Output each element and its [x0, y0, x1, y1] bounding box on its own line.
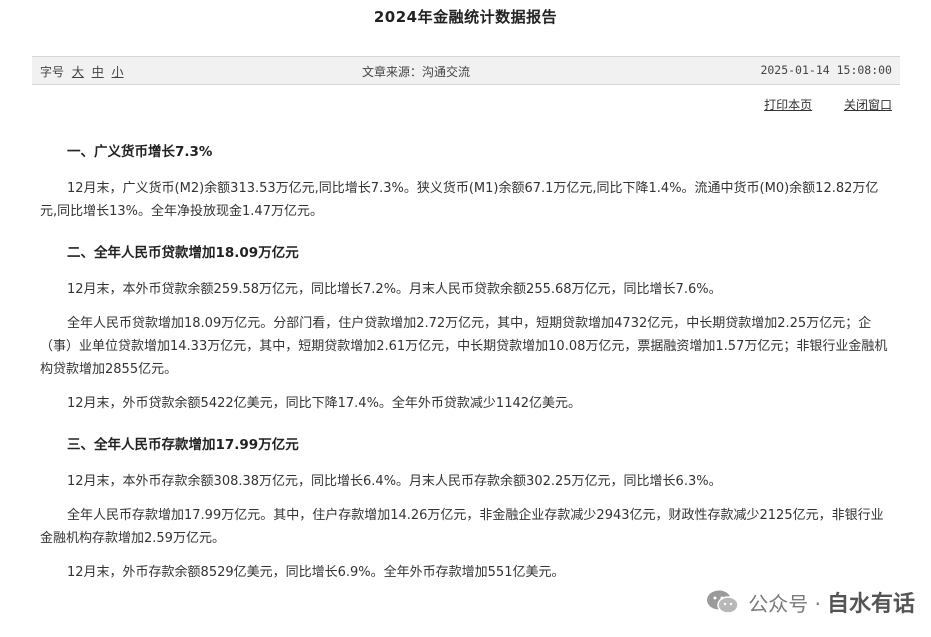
article-paragraph: 12月末，广义货币(M2)余额313.53万亿元,同比增长7.3%。狭义货币(M…: [40, 181, 879, 219]
font-size-small-link[interactable]: 小: [112, 65, 124, 79]
font-size-label: 字号: [40, 65, 65, 79]
font-size-controls: 字号 大 中 小: [40, 63, 124, 80]
article-meta-bar: 字号 大 中 小 文章来源：沟通交流 2025-01-14 15:08:00: [32, 56, 900, 85]
article-paragraph: 全年人民币贷款增加18.09万亿元。分部门看，住户贷款增加2.72万亿元，其中，…: [40, 316, 888, 377]
page-actions: 打印本页 关闭窗口: [736, 96, 892, 113]
article-paragraph: 全年人民币存款增加17.99万亿元。其中，住户存款增加14.26万亿元，非金融企…: [40, 508, 884, 546]
article-paragraph: 12月末，本外币贷款余额259.58万亿元，同比增长7.2%。月末人民币贷款余额…: [67, 282, 722, 297]
print-page-link[interactable]: 打印本页: [764, 98, 812, 112]
section-heading: 二、全年人民币贷款增加18.09万亿元: [67, 245, 299, 261]
page-title: 2024年金融统计数据报告: [373, 8, 558, 26]
section-heading: 三、全年人民币存款增加17.99万亿元: [67, 437, 299, 453]
font-size-large-link[interactable]: 大: [72, 65, 84, 79]
publish-datetime: 2025-01-14 15:08:00: [760, 63, 892, 77]
section-heading: 一、广义货币增长7.3%: [67, 144, 213, 160]
wechat-watermark: 公众号 · 自水有话: [706, 586, 915, 618]
watermark-account: 自水有话: [826, 592, 915, 617]
article-body: 一、广义货币增长7.3% 12月末，广义货币(M2)余额313.53万亿元,同比…: [40, 133, 893, 595]
article-source: 文章来源：沟通交流: [362, 65, 471, 79]
wechat-icon: [706, 589, 740, 615]
watermark-platform: 公众号 ·: [748, 591, 821, 616]
article-paragraph: 12月末，本外币存款余额308.38万亿元，同比增长6.4%。月末人民币存款余额…: [67, 474, 722, 489]
font-size-medium-link[interactable]: 中: [92, 65, 104, 79]
close-window-link[interactable]: 关闭窗口: [844, 98, 892, 112]
article-paragraph: 12月末，外币存款余额8529亿美元，同比增长6.9%。全年外币存款增加551亿…: [67, 565, 565, 580]
article-paragraph: 12月末，外币贷款余额5422亿美元，同比下降17.4%。全年外币贷款减少114…: [67, 396, 582, 411]
